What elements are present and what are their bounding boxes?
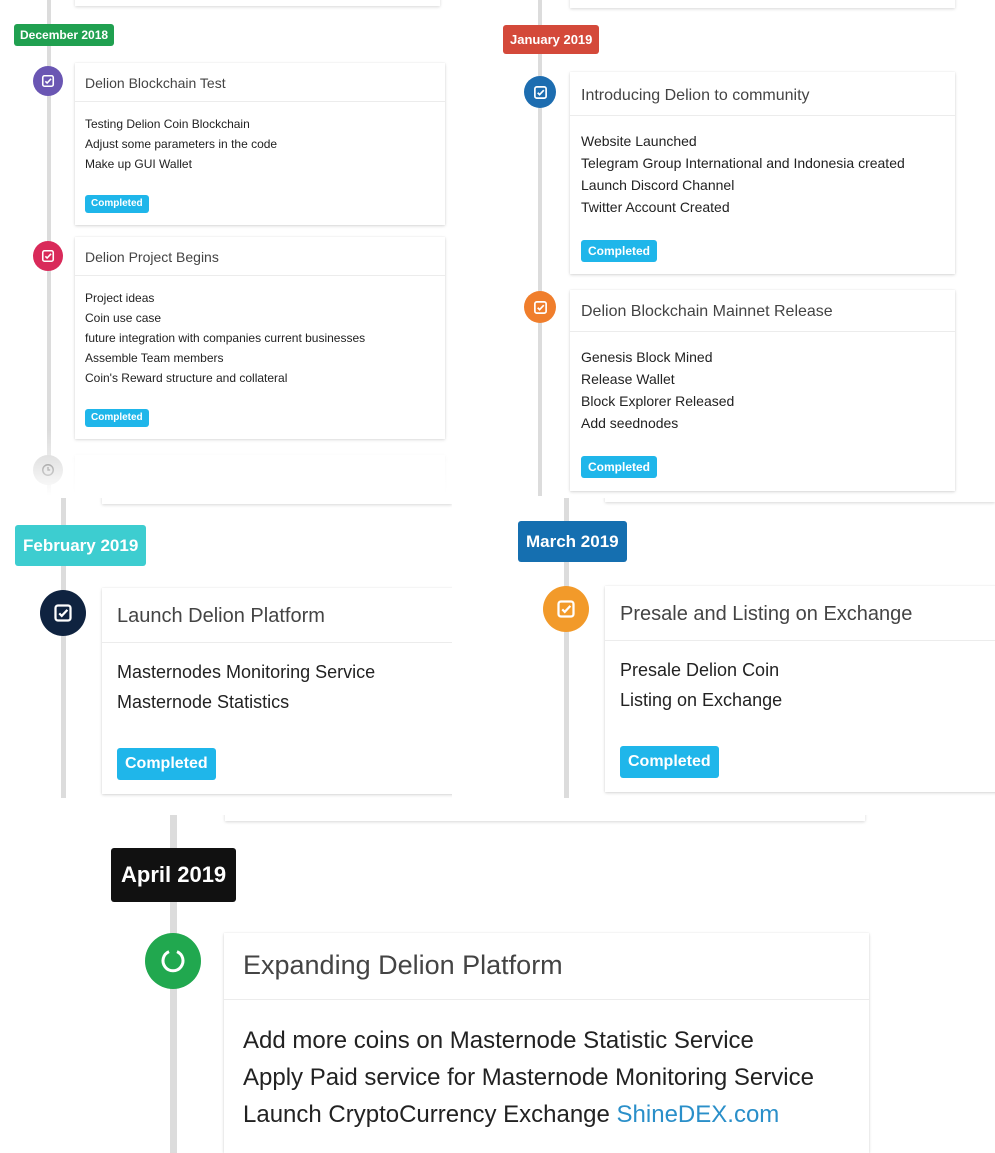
status-badge: Completed xyxy=(581,456,658,478)
timeline-card: Delion Blockchain Test Testing Delion Co… xyxy=(75,63,445,225)
card-line: Website Launched xyxy=(581,133,697,149)
panel-february-2019: February 2019 Launch Delion Platform Mas… xyxy=(0,498,452,798)
card-title: Expanding Delion Platform xyxy=(224,933,869,1000)
card-body: Genesis Block Mined Release Wallet Block… xyxy=(570,332,955,434)
timeline-node xyxy=(524,76,556,108)
card-title: Presale and Listing on Exchange xyxy=(605,586,995,641)
circle-progress-icon xyxy=(161,950,185,973)
card-body: Presale Delion Coin Listing on Exchange xyxy=(605,641,995,715)
card-body: Website Launched Telegram Group Internat… xyxy=(570,116,955,218)
card-body: Project ideas Coin use case future integ… xyxy=(75,276,445,388)
card-title: Introducing Delion to community xyxy=(570,72,955,116)
fade-overlay xyxy=(0,430,452,496)
card-title: Delion Blockchain Test xyxy=(75,63,445,102)
check-square-icon xyxy=(41,74,55,88)
timeline-card: Expanding Delion Platform Add more coins… xyxy=(224,933,869,1153)
card-line: Twitter Account Created xyxy=(581,199,730,215)
card-line: Assemble Team members xyxy=(85,351,224,365)
card-line: Release Wallet xyxy=(581,371,675,387)
panel-april-2019: April 2019 Expanding Delion Platform Add… xyxy=(100,815,880,1153)
status-badge: Completed xyxy=(85,195,149,213)
card-line: Coin use case xyxy=(85,311,162,325)
card-line: Coin's Reward structure and collateral xyxy=(85,371,288,385)
card-line: Listing on Exchange xyxy=(620,690,783,710)
shinedex-link[interactable]: ShineDEX.com xyxy=(617,1101,780,1128)
card-line: Launch Discord Channel xyxy=(581,177,735,193)
status-badge: Completed xyxy=(581,240,658,262)
check-square-icon xyxy=(533,85,547,99)
card-line: Adjust some parameters in the code xyxy=(85,137,278,151)
timeline-card: Launch Delion Platform Masternodes Monit… xyxy=(102,588,452,794)
timeline-node xyxy=(145,933,201,989)
card-line: Masternodes Monitoring Service xyxy=(117,662,376,682)
timeline-node xyxy=(33,66,63,96)
card-line-with-link: Launch CryptoCurrency Exchange ShineDEX.… xyxy=(243,1096,850,1133)
month-badge-april-2019: April 2019 xyxy=(111,848,237,902)
status-badge: Completed xyxy=(117,748,216,780)
card-stub-top xyxy=(570,0,955,8)
timeline-card: Presale and Listing on Exchange Presale … xyxy=(605,586,995,792)
card-title: Delion Blockchain Mainnet Release xyxy=(570,290,955,332)
panel-january-2019: January 2019 Introducing Delion to commu… xyxy=(490,0,995,496)
check-square-icon xyxy=(533,300,547,314)
timeline-node xyxy=(33,241,63,271)
timeline-line xyxy=(538,0,542,496)
status-badge: Completed xyxy=(85,409,149,427)
card-line: Make up GUI Wallet xyxy=(85,157,192,171)
card-line: Presale Delion Coin xyxy=(620,660,780,680)
status-badge: Completed xyxy=(620,746,719,778)
card-line: Apply Paid service for Masternode Monito… xyxy=(243,1064,814,1091)
card-line-text: Launch CryptoCurrency Exchange xyxy=(243,1101,617,1128)
check-square-icon xyxy=(54,604,72,622)
card-stub-top xyxy=(102,498,452,504)
card-body: Add more coins on Masternode Statistic S… xyxy=(224,1000,869,1133)
card-stub-top xyxy=(225,815,865,821)
month-badge-february-2019: February 2019 xyxy=(15,525,147,566)
card-line: Masternode Statistics xyxy=(117,692,290,712)
card-stub-top xyxy=(605,498,995,502)
card-line: Add more coins on Masternode Statistic S… xyxy=(243,1027,754,1054)
month-badge-march-2019: March 2019 xyxy=(518,521,627,562)
card-line: Telegram Group International and Indones… xyxy=(581,155,905,171)
check-square-icon xyxy=(41,249,55,263)
timeline-card: Delion Project Begins Project ideas Coin… xyxy=(75,237,445,439)
card-body: Testing Delion Coin Blockchain Adjust so… xyxy=(75,102,445,174)
timeline-node xyxy=(524,291,556,323)
check-square-icon xyxy=(557,600,575,618)
card-line: Genesis Block Mined xyxy=(581,349,713,365)
timeline-card: Delion Blockchain Mainnet Release Genesi… xyxy=(570,290,955,491)
card-line: Project ideas xyxy=(85,291,155,305)
timeline-node xyxy=(40,590,86,636)
month-badge-january-2019: January 2019 xyxy=(503,25,600,54)
card-stub-top xyxy=(75,0,440,6)
panel-december-2018: December 2018 Delion Blockchain Test Tes… xyxy=(0,0,452,496)
timeline-node xyxy=(543,586,589,632)
timeline-card: Introducing Delion to community Website … xyxy=(570,72,955,274)
card-title: Delion Project Begins xyxy=(75,237,445,276)
month-badge-december-2018: December 2018 xyxy=(14,24,115,46)
card-line: Block Explorer Released xyxy=(581,393,735,409)
card-line: future integration with companies curren… xyxy=(85,331,366,345)
card-title: Launch Delion Platform xyxy=(102,588,452,643)
panel-march-2019: March 2019 Presale and Listing on Exchan… xyxy=(505,498,995,798)
card-line: Add seednodes xyxy=(581,415,679,431)
card-body: Masternodes Monitoring Service Masternod… xyxy=(102,643,452,717)
card-line: Testing Delion Coin Blockchain xyxy=(85,117,250,131)
